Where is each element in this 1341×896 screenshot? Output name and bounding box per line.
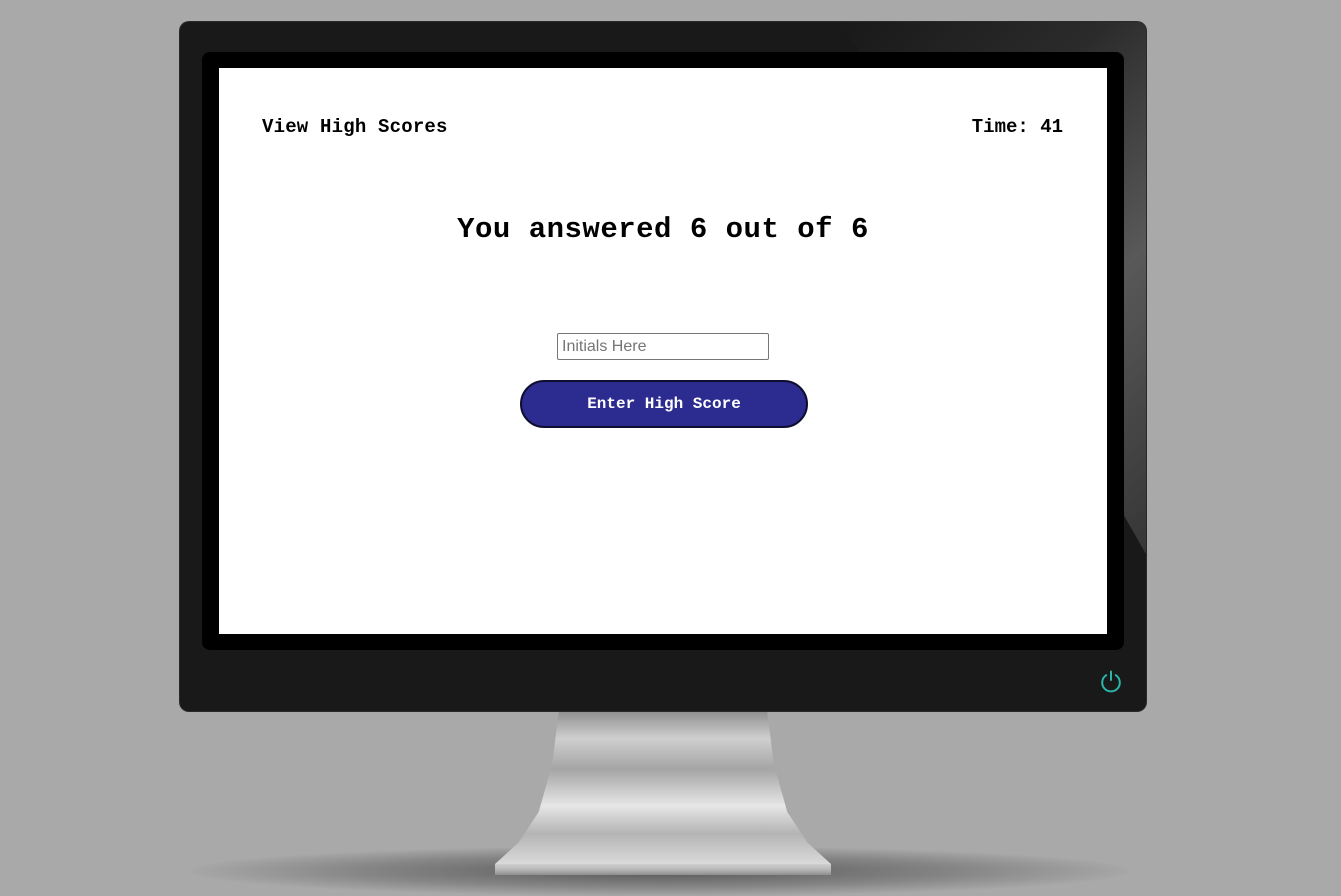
monitor-scene: View High Scores Time: 41 You answered 6… xyxy=(0,0,1341,896)
result-message: You answered 6 out of 6 xyxy=(457,213,869,246)
monitor-stand-base xyxy=(495,864,831,875)
initials-input[interactable] xyxy=(557,333,769,360)
view-high-scores-link[interactable]: View High Scores xyxy=(262,116,448,138)
enter-high-score-button[interactable]: Enter High Score xyxy=(520,380,808,428)
timer-display: Time: 41 xyxy=(971,116,1063,138)
monitor-bezel: View High Scores Time: 41 You answered 6… xyxy=(202,52,1124,650)
monitor-stand xyxy=(495,711,831,864)
monitor-frame: View High Scores Time: 41 You answered 6… xyxy=(180,22,1146,711)
power-icon[interactable] xyxy=(1099,669,1123,693)
top-bar: View High Scores Time: 41 xyxy=(262,115,1063,139)
app-screen: View High Scores Time: 41 You answered 6… xyxy=(219,68,1107,634)
